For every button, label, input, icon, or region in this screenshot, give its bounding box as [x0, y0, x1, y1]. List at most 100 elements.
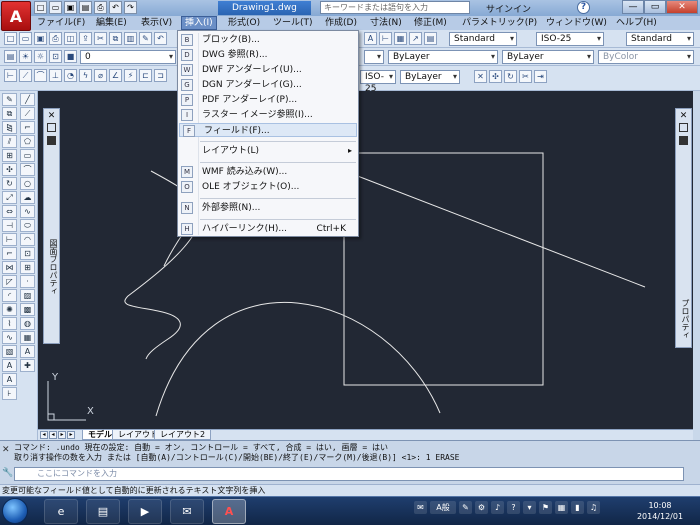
help-icon[interactable]: ?: [577, 1, 590, 14]
first-tab-icon[interactable]: ◂: [40, 431, 48, 439]
dim-continue-icon[interactable]: ⊐: [154, 69, 167, 82]
taskbar-ie-icon[interactable]: e: [44, 499, 78, 524]
menu-item-hyperlink[interactable]: H ハイパーリンク(H)... Ctrl+K: [178, 222, 358, 236]
copy-icon[interactable]: ⧉: [2, 107, 17, 120]
publish-icon[interactable]: ⇪: [79, 32, 92, 45]
spline-icon[interactable]: ∿: [20, 205, 35, 218]
circle-icon[interactable]: ○: [20, 177, 35, 190]
move-icon[interactable]: ✣: [2, 163, 17, 176]
insert-block-icon[interactable]: ⊡: [20, 247, 35, 260]
mleaderstyle-icon[interactable]: ↗: [409, 32, 422, 45]
scale-icon[interactable]: ⤢: [2, 191, 17, 204]
mtext-icon[interactable]: A: [20, 345, 35, 358]
saveas-icon[interactable]: ▤: [79, 1, 92, 14]
tablestyle-icon[interactable]: ▦: [394, 32, 407, 45]
arc-icon[interactable]: ⌒: [20, 163, 35, 176]
make-block-icon[interactable]: ⊞: [20, 261, 35, 274]
dim-linear-icon[interactable]: ⊢: [4, 69, 17, 82]
undo-icon[interactable]: ↶: [154, 32, 167, 45]
menu-window[interactable]: ウィンドウ(W): [543, 16, 610, 30]
revcloud-icon[interactable]: ☁: [20, 191, 35, 204]
dim-arc-icon[interactable]: ⌒: [34, 69, 47, 82]
save-icon[interactable]: ▣: [34, 32, 47, 45]
menu-file[interactable]: ファイル(F): [34, 16, 88, 30]
linetype-select[interactable]: ByLayer: [388, 50, 498, 64]
lineweight-select[interactable]: ByLayer: [502, 50, 594, 64]
menu-item-layout[interactable]: レイアウト(L) ▸: [178, 144, 358, 158]
system-clock[interactable]: 10:08 2014/12/01: [630, 500, 690, 522]
menu-help[interactable]: ヘルプ(H): [613, 16, 660, 30]
palette-menu-icon[interactable]: [679, 136, 688, 145]
taskbar-mail-icon[interactable]: ✉: [170, 499, 204, 524]
autocad-logo-icon[interactable]: A: [1, 1, 31, 31]
autohide-icon[interactable]: [679, 123, 688, 132]
layer-freeze-icon[interactable]: ☼: [34, 50, 47, 63]
redo-icon[interactable]: ↷: [124, 1, 137, 14]
save-icon[interactable]: ▣: [64, 1, 77, 14]
color-select[interactable]: [364, 50, 384, 64]
join-icon[interactable]: ⋈: [2, 261, 17, 274]
new-icon[interactable]: □: [34, 1, 47, 14]
dim-baseline-icon[interactable]: ⊏: [139, 69, 152, 82]
ellipse-arc-icon[interactable]: ◠: [20, 233, 35, 246]
taskbar-autocad-icon[interactable]: A: [212, 499, 246, 524]
break-icon[interactable]: ⌐: [2, 247, 17, 260]
open-icon[interactable]: ▭: [49, 1, 62, 14]
menu-item-ole-object[interactable]: O OLE オブジェクト(O)...: [178, 180, 358, 194]
erase-icon[interactable]: ✎: [2, 93, 17, 106]
menu-view[interactable]: 表示(V): [138, 16, 175, 30]
menu-item-pdf-underlay[interactable]: P PDF アンダーレイ(P)...: [178, 93, 358, 107]
tray-icon[interactable]: ✉: [414, 501, 427, 514]
array-icon[interactable]: ⊞: [2, 149, 17, 162]
ime-indicator[interactable]: A般: [430, 501, 456, 514]
preview-icon[interactable]: ◫: [64, 32, 77, 45]
menu-item-external-references[interactable]: N 外部参照(N)...: [178, 201, 358, 215]
dim-style-select[interactable]: ISO-25: [536, 32, 604, 46]
layer-select[interactable]: 0: [80, 50, 176, 64]
text-icon[interactable]: A: [2, 359, 17, 372]
table-style-select[interactable]: Standard: [626, 32, 694, 46]
hatch-edit-icon[interactable]: ▧: [2, 345, 17, 358]
trim-icon[interactable]: ✂: [519, 70, 532, 83]
tray-icon[interactable]: ▦: [555, 501, 568, 514]
properties-palette[interactable]: ✕ プロパティ: [675, 108, 692, 348]
menu-item-raster-image[interactable]: I ラスター イメージ参照(I)...: [178, 108, 358, 122]
last-tab-icon[interactable]: ▸: [67, 431, 75, 439]
network-icon[interactable]: ▮: [571, 501, 584, 514]
hatch-icon[interactable]: ▨: [20, 289, 35, 302]
close-icon[interactable]: ✕: [666, 0, 698, 14]
open-icon[interactable]: ▭: [19, 32, 32, 45]
add-selected-icon[interactable]: ✚: [20, 359, 35, 372]
dim-radius-icon[interactable]: ◔: [64, 69, 77, 82]
palette-menu-icon[interactable]: [47, 136, 56, 145]
taskbar-explorer-icon[interactable]: ▤: [86, 499, 120, 524]
signin-button[interactable]: サインイン: [486, 2, 531, 15]
erase-icon[interactable]: ✕: [474, 70, 487, 83]
dimedit-icon[interactable]: ⊦: [2, 387, 17, 400]
undo-icon[interactable]: ↶: [109, 1, 122, 14]
tray-icon[interactable]: ▾: [523, 501, 536, 514]
dim-quick-icon[interactable]: ⚡: [124, 69, 137, 82]
menu-parametric[interactable]: パラメトリック(P): [459, 16, 540, 30]
point-icon[interactable]: ·: [20, 275, 35, 288]
table-icon[interactable]: ▦: [20, 331, 35, 344]
layer-properties-icon[interactable]: ▤: [4, 50, 17, 63]
tab-layout2[interactable]: レイアウト2: [154, 430, 212, 440]
region-icon[interactable]: ◍: [20, 317, 35, 330]
layer-on-icon[interactable]: ☀: [19, 50, 32, 63]
menu-item-block[interactable]: B ブロック(B)...: [178, 33, 358, 47]
ellipse-icon[interactable]: ⬭: [20, 219, 35, 232]
copy-icon[interactable]: ⧉: [109, 32, 122, 45]
start-button[interactable]: [2, 498, 28, 524]
next-tab-icon[interactable]: ▸: [58, 431, 66, 439]
prev-tab-icon[interactable]: ◂: [49, 431, 57, 439]
xline-icon[interactable]: ⟋: [20, 107, 35, 120]
menu-format[interactable]: 形式(O): [225, 16, 263, 30]
spline-edit-icon[interactable]: ∿: [2, 331, 17, 344]
menu-insert[interactable]: 挿入(I): [181, 16, 217, 30]
maximize-icon[interactable]: ▭: [644, 0, 666, 14]
explode-icon[interactable]: ✺: [2, 303, 17, 316]
menu-tools[interactable]: ツール(T): [270, 16, 316, 30]
paste-icon[interactable]: ▥: [124, 32, 137, 45]
menu-draw[interactable]: 作成(D): [322, 16, 360, 30]
